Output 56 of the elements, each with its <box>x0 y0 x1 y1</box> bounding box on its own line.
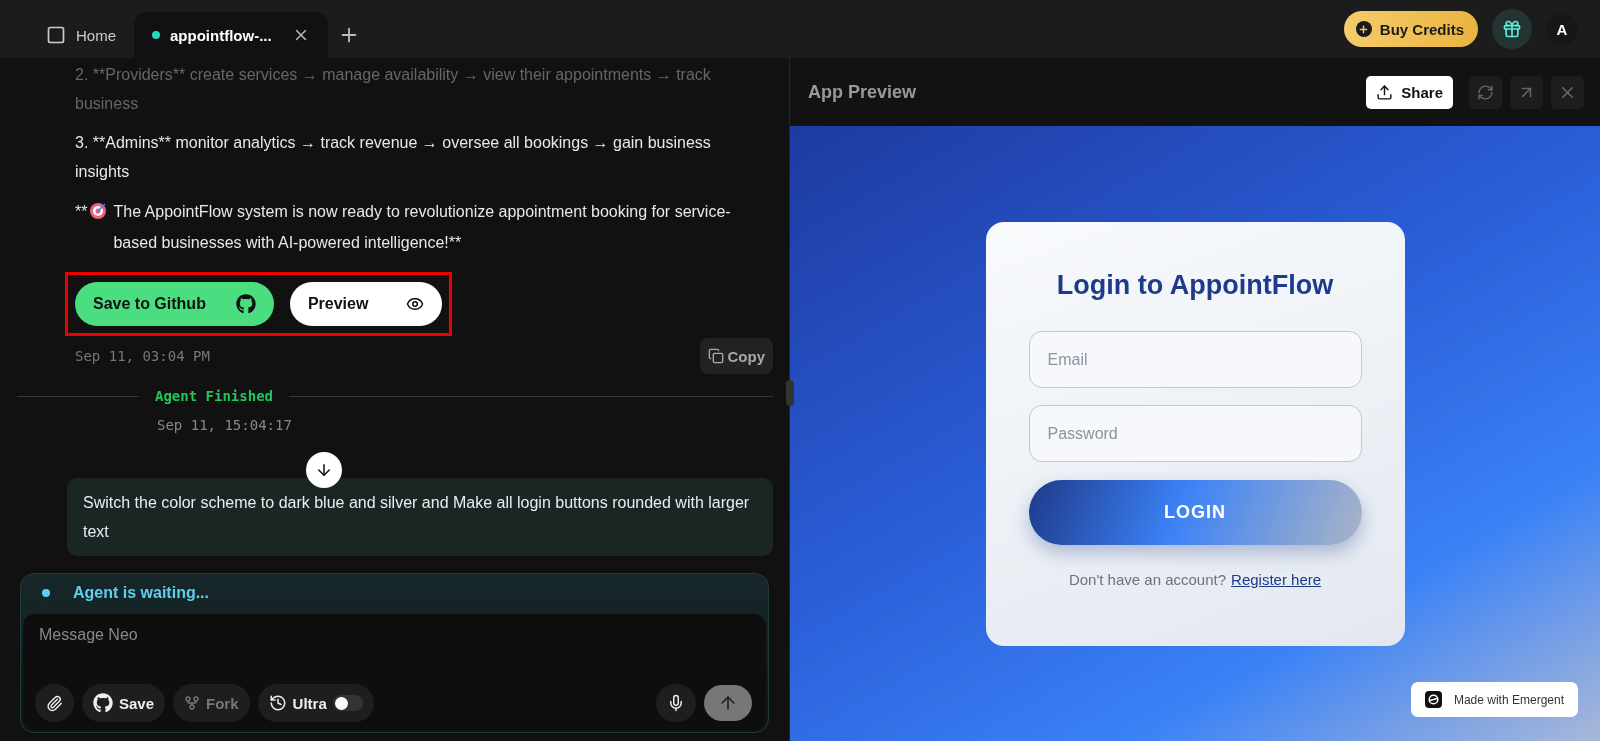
save-button[interactable]: Save <box>82 684 166 722</box>
buy-credits-button[interactable]: Buy Credits <box>1343 11 1478 47</box>
arrow-down-icon <box>315 461 333 479</box>
message-paragraph: 2. **Providers** create services → manage availability → view their appointments → track business <box>75 65 712 114</box>
microphone-icon <box>667 694 685 712</box>
attach-button[interactable] <box>35 684 74 722</box>
paperclip-icon <box>46 694 63 712</box>
tab-label: Home <box>76 26 116 44</box>
clock-icon <box>268 694 287 712</box>
open-external-button[interactable] <box>1510 75 1543 109</box>
gift-icon <box>1502 19 1522 39</box>
tab[interactable]: Home <box>28 12 134 58</box>
login-button[interactable]: LOGIN <box>1028 480 1362 545</box>
refresh-icon <box>1477 83 1494 101</box>
status-timestamp: Sep 11, 15:04:17 <box>157 417 292 433</box>
login-title: Login to AppointFlow <box>1055 270 1335 301</box>
user-avatar[interactable]: A <box>1546 13 1578 45</box>
message-paragraph: The AppointFlow system is now ready to revolutionize appointment booking for service-based businesses with AI-powered intelligence!** <box>113 202 732 253</box>
agent-waiting-status: Agent is waiting... <box>73 584 209 602</box>
tab[interactable]: appointflow-... <box>134 12 328 58</box>
share-button[interactable]: Share <box>1366 75 1453 109</box>
copy-icon <box>707 348 724 364</box>
ultra-button[interactable]: Ultra <box>257 684 374 722</box>
agent-status: Agent Finished <box>155 388 273 404</box>
register-link[interactable]: Register here <box>1231 571 1322 588</box>
window-icon <box>46 25 66 45</box>
message-paragraph: 3. **Admins** monitor analytics → track revenue → oversee all bookings → gain business insights <box>75 133 712 182</box>
email-input[interactable]: Email <box>1028 331 1362 388</box>
save-to-github-button[interactable]: Save to Github <box>75 282 274 326</box>
preview-title: App Preview <box>808 81 918 103</box>
close-button[interactable] <box>1551 75 1584 109</box>
microphone-button[interactable] <box>656 684 696 722</box>
github-icon <box>93 693 113 713</box>
eye-icon <box>406 295 425 313</box>
logo-icon <box>1424 691 1442 708</box>
share-icon <box>1376 83 1394 101</box>
fork-icon <box>184 695 201 711</box>
preview-button[interactable]: Preview <box>289 282 443 326</box>
copy-button[interactable]: Copy <box>699 338 773 374</box>
refresh-button[interactable] <box>1469 75 1502 109</box>
gift-button[interactable] <box>1492 9 1532 49</box>
resize-handle[interactable] <box>786 380 794 406</box>
github-icon <box>235 294 256 314</box>
toggle-switch[interactable] <box>332 695 363 711</box>
register-prompt: Don't have an account? <box>1068 571 1227 588</box>
target-icon <box>89 202 108 220</box>
message-input[interactable]: Message Neo <box>37 626 752 644</box>
badge-text: Made with Emergent <box>1453 692 1564 707</box>
password-input[interactable]: Password <box>1028 405 1362 462</box>
status-dot-icon <box>152 31 160 39</box>
message-text: ** <box>75 202 88 222</box>
message-timestamp: Sep 11, 03:04 PM <box>75 348 210 364</box>
made-with-badge[interactable]: Made with Emergent <box>1410 682 1578 717</box>
tab-label: appointflow-... <box>170 26 272 44</box>
user-message: Switch the color scheme to dark blue and silver and Make all login buttons rounded with larger text <box>67 478 773 556</box>
scroll-down-button[interactable] <box>306 452 342 488</box>
